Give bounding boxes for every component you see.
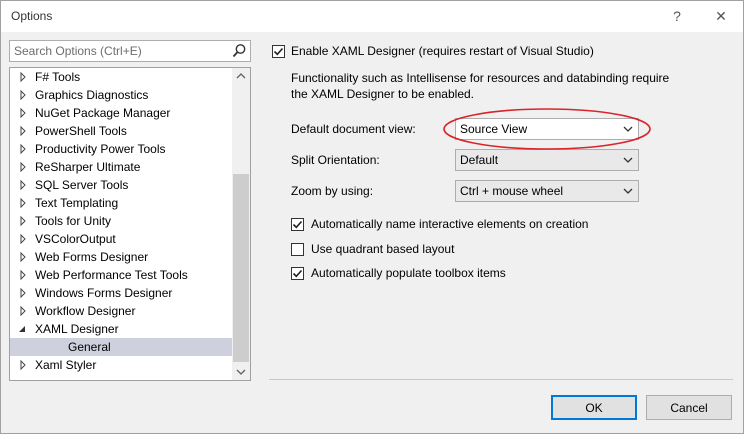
- scroll-up-icon[interactable]: [232, 68, 250, 85]
- tree-item[interactable]: Windows Forms Designer: [10, 284, 232, 302]
- tree-item[interactable]: Xaml Styler: [10, 356, 232, 374]
- tree-item-label: Windows Forms Designer: [35, 286, 173, 300]
- expand-arrow-icon[interactable]: [18, 356, 28, 374]
- tree-item[interactable]: ReSharper Ultimate: [10, 158, 232, 176]
- tree-scrollbar[interactable]: [232, 68, 250, 380]
- tree-item-label: Xaml Styler: [35, 358, 97, 372]
- expand-arrow-icon[interactable]: [18, 68, 28, 86]
- tree-item[interactable]: VSColorOutput: [10, 230, 232, 248]
- expand-arrow-icon[interactable]: [18, 104, 28, 122]
- chevron-down-icon: [623, 188, 633, 194]
- enable-xaml-designer-checkbox[interactable]: [272, 45, 285, 58]
- quadrant-layout-checkbox[interactable]: [291, 243, 304, 256]
- close-button[interactable]: ✕: [707, 5, 735, 27]
- divider: [269, 379, 733, 380]
- options-tree[interactable]: F# Tools Graphics Diagnostics NuGet Packag…: [9, 67, 251, 381]
- tree-item-label: Workflow Designer: [35, 304, 136, 318]
- description-line-2: the XAML Designer to be enabled.: [291, 87, 475, 101]
- split-orientation-dropdown[interactable]: Default: [455, 149, 639, 171]
- tree-item-label: Web Forms Designer: [35, 250, 149, 264]
- quadrant-layout-label[interactable]: Use quadrant based layout: [311, 242, 454, 256]
- options-dialog: Options ? ✕ F# Tools Graphics Diagnostics…: [0, 0, 744, 434]
- tree-item[interactable]: Web Forms Designer: [10, 248, 232, 266]
- tree-item[interactable]: SQL Server Tools: [10, 176, 232, 194]
- default-view-dropdown[interactable]: Source View: [455, 118, 639, 140]
- check-icon: [292, 220, 303, 229]
- ok-button[interactable]: OK: [551, 395, 637, 420]
- zoom-by-dropdown[interactable]: Ctrl + mouse wheel: [455, 180, 639, 202]
- tree-item[interactable]: Text Templating: [10, 194, 232, 212]
- tree-item-label: VSColorOutput: [35, 232, 116, 246]
- scroll-thumb[interactable]: [233, 174, 249, 362]
- auto-toolbox-checkbox[interactable]: [291, 267, 304, 280]
- tree-item-label: PowerShell Tools: [35, 124, 127, 138]
- auto-name-label[interactable]: Automatically name interactive elements …: [311, 217, 588, 231]
- expand-arrow-icon[interactable]: [18, 302, 28, 320]
- chevron-down-icon: [623, 126, 633, 132]
- check-icon: [292, 269, 303, 278]
- tree-item[interactable]: Graphics Diagnostics: [10, 86, 232, 104]
- tree-item[interactable]: NuGet Package Manager: [10, 104, 232, 122]
- chevron-down-icon: [623, 157, 633, 163]
- tree-item-label: F# Tools: [35, 70, 81, 84]
- expand-arrow-icon[interactable]: [18, 158, 28, 176]
- expand-arrow-icon[interactable]: [18, 176, 28, 194]
- tree-item-label: Web Performance Test Tools: [35, 268, 188, 282]
- tree-item[interactable]: General: [10, 338, 232, 356]
- search-icon[interactable]: [230, 42, 248, 60]
- tree-item-label: General: [68, 340, 111, 354]
- tree-item-label: SQL Server Tools: [35, 178, 129, 192]
- tree-item-label: Tools for Unity: [35, 214, 112, 228]
- tree-item[interactable]: XAML Designer: [10, 320, 232, 338]
- tree-item-label: XAML Designer: [35, 322, 119, 336]
- expand-arrow-icon[interactable]: [18, 284, 28, 302]
- expand-arrow-icon[interactable]: [18, 122, 28, 140]
- expand-arrow-icon[interactable]: [18, 230, 28, 248]
- tree-list: F# Tools Graphics Diagnostics NuGet Packag…: [10, 68, 232, 374]
- expand-arrow-icon[interactable]: [18, 140, 28, 158]
- tree-item[interactable]: F# Tools: [10, 68, 232, 86]
- cancel-button[interactable]: Cancel: [646, 395, 732, 420]
- auto-name-checkbox[interactable]: [291, 218, 304, 231]
- tree-item[interactable]: Productivity Power Tools: [10, 140, 232, 158]
- zoom-by-value: Ctrl + mouse wheel: [460, 184, 564, 198]
- expand-arrow-icon[interactable]: [18, 248, 28, 266]
- auto-toolbox-label[interactable]: Automatically populate toolbox items: [311, 266, 506, 280]
- tree-item[interactable]: Workflow Designer: [10, 302, 232, 320]
- tree-item-label: Productivity Power Tools: [35, 142, 166, 156]
- check-icon: [273, 47, 284, 56]
- expand-arrow-icon[interactable]: [18, 212, 28, 230]
- help-button[interactable]: ?: [663, 5, 691, 27]
- tree-item-label: ReSharper Ultimate: [35, 160, 141, 174]
- expand-arrow-icon[interactable]: [18, 86, 28, 104]
- tree-item-label: Text Templating: [35, 196, 119, 210]
- tree-item[interactable]: Tools for Unity: [10, 212, 232, 230]
- default-view-value: Source View: [460, 122, 528, 136]
- collapse-arrow-icon[interactable]: [18, 320, 28, 338]
- expand-arrow-icon[interactable]: [18, 266, 28, 284]
- tree-item-label: Graphics Diagnostics: [35, 88, 149, 102]
- tree-item-label: NuGet Package Manager: [35, 106, 171, 120]
- tree-item[interactable]: Web Performance Test Tools: [10, 266, 232, 284]
- split-orientation-label: Split Orientation:: [291, 153, 380, 167]
- default-view-label: Default document view:: [291, 122, 416, 136]
- expand-arrow-icon[interactable]: [18, 194, 28, 212]
- search-input[interactable]: [10, 41, 220, 61]
- scroll-down-icon[interactable]: [232, 363, 250, 380]
- window-title: Options: [11, 9, 53, 23]
- description-text: Functionality such as Intellisense for r…: [291, 70, 731, 102]
- zoom-by-label: Zoom by using:: [291, 184, 374, 198]
- enable-xaml-designer-label[interactable]: Enable XAML Designer (requires restart o…: [291, 44, 594, 58]
- search-box[interactable]: [9, 40, 251, 62]
- description-line-1: Functionality such as Intellisense for r…: [291, 71, 670, 85]
- title-bar: Options ? ✕: [1, 1, 743, 32]
- split-orientation-value: Default: [460, 153, 499, 167]
- tree-item[interactable]: PowerShell Tools: [10, 122, 232, 140]
